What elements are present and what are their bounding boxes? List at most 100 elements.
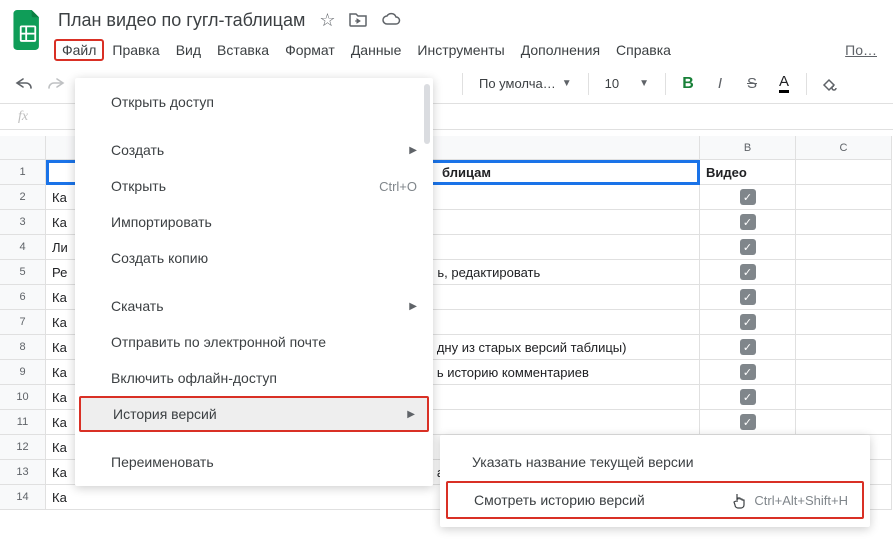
cell[interactable]: ✓ [700,335,796,360]
star-icon[interactable]: ☆ [319,11,335,30]
column-header-c[interactable]: C [796,136,892,160]
menu-format[interactable]: Формат [277,39,343,61]
menu-insert[interactable]: Вставка [209,39,277,61]
undo-button[interactable] [10,70,38,98]
font-style-value: По умолча… [479,76,556,91]
pointer-cursor-icon [732,493,750,511]
sheets-app-icon[interactable] [8,10,48,50]
toolbar-separator [462,73,463,95]
row-header[interactable]: 14 [0,485,46,510]
move-folder-icon[interactable] [349,11,367,30]
cell[interactable] [796,310,892,335]
row-header[interactable]: 10 [0,385,46,410]
cell[interactable] [796,385,892,410]
cell[interactable] [796,285,892,310]
checkbox-checked-icon[interactable]: ✓ [740,264,756,280]
menu-data[interactable]: Данные [343,39,410,61]
cell[interactable] [796,410,892,435]
row-header[interactable]: 3 [0,210,46,235]
checkbox-checked-icon[interactable]: ✓ [740,189,756,205]
submenu-item-see-history[interactable]: Смотреть историю версий Ctrl+Alt+Shift+H [446,481,864,519]
submenu-arrow-icon: ▶ [409,301,417,312]
cell[interactable]: ✓ [700,235,796,260]
checkbox-checked-icon[interactable]: ✓ [740,364,756,380]
menu-help[interactable]: Справка [608,39,679,61]
cell[interactable]: ✓ [700,285,796,310]
cell[interactable]: Видео [700,160,796,185]
menu-file[interactable]: Файл [54,39,104,61]
shortcut-label: Ctrl+O [379,179,417,194]
row-header[interactable]: 12 [0,435,46,460]
row-header[interactable]: 8 [0,335,46,360]
submenu-arrow-icon: ▶ [407,409,415,420]
checkbox-checked-icon[interactable]: ✓ [740,314,756,330]
row-header[interactable]: 6 [0,285,46,310]
menu-cutoff[interactable]: По… [837,39,885,61]
bold-button[interactable]: B [674,70,702,98]
fx-label: fx [0,109,46,125]
row-header[interactable]: 4 [0,235,46,260]
menu-item-import[interactable]: Импортировать [75,204,433,240]
checkbox-checked-icon[interactable]: ✓ [740,414,756,430]
cell[interactable] [796,185,892,210]
submenu-item-name-current[interactable]: Указать название текущей версии [440,443,870,481]
menu-bar: Файл Правка Вид Вставка Формат Данные Ин… [54,36,885,64]
cell[interactable] [796,210,892,235]
row-header[interactable]: 5 [0,260,46,285]
submenu-arrow-icon: ▶ [409,145,417,156]
toolbar-separator [665,73,666,95]
cell[interactable]: ✓ [700,385,796,410]
document-title[interactable]: План видео по гугл-таблицам [58,10,305,31]
cell[interactable] [796,160,892,185]
cell[interactable] [796,235,892,260]
row-header[interactable]: 7 [0,310,46,335]
cloud-status-icon[interactable] [381,11,401,30]
cell[interactable] [796,260,892,285]
menu-item-version-history[interactable]: История версий ▶ [79,396,429,432]
chevron-down-icon: ▼ [639,78,649,89]
checkbox-checked-icon[interactable]: ✓ [740,289,756,305]
font-size-select[interactable]: 10 ▼ [597,70,657,98]
text-color-button[interactable]: A [770,70,798,98]
menu-item-make-copy[interactable]: Создать копию [75,240,433,276]
row-header[interactable]: 2 [0,185,46,210]
menu-item-download[interactable]: Скачать ▶ [75,288,433,324]
row-header[interactable]: 1 [0,160,46,185]
menu-item-rename[interactable]: Переименовать [75,444,433,480]
cell[interactable]: ✓ [700,310,796,335]
menu-view[interactable]: Вид [168,39,209,61]
checkbox-checked-icon[interactable]: ✓ [740,214,756,230]
redo-button[interactable] [42,70,70,98]
italic-button[interactable]: I [706,70,734,98]
select-all-corner[interactable] [0,136,46,160]
version-history-submenu: Указать название текущей версии Смотреть… [440,435,870,527]
column-header-b[interactable]: B [700,136,796,160]
checkbox-checked-icon[interactable]: ✓ [740,239,756,255]
menu-item-email[interactable]: Отправить по электронной почте [75,324,433,360]
cell[interactable]: ✓ [700,185,796,210]
menu-tools[interactable]: Инструменты [409,39,512,61]
menu-edit[interactable]: Правка [104,39,167,61]
strikethrough-button[interactable]: S [738,70,766,98]
cell[interactable] [796,360,892,385]
menu-item-new[interactable]: Создать ▶ [75,132,433,168]
cell[interactable] [796,335,892,360]
cell[interactable]: ✓ [700,360,796,385]
row-header[interactable]: 13 [0,460,46,485]
menu-item-share[interactable]: Открыть доступ [75,84,433,120]
menu-item-open[interactable]: Открыть Ctrl+O [75,168,433,204]
app-bar: План видео по гугл-таблицам ☆ Файл Правк… [0,0,893,64]
file-menu-dropdown: Открыть доступ Создать ▶ Открыть Ctrl+O … [75,78,433,486]
cell[interactable]: ✓ [700,410,796,435]
row-header[interactable]: 9 [0,360,46,385]
checkbox-checked-icon[interactable]: ✓ [740,339,756,355]
shortcut-label: Ctrl+Alt+Shift+H [754,493,848,508]
fill-color-button[interactable] [815,70,843,98]
font-style-select[interactable]: По умолча… ▼ [471,70,580,98]
menu-item-offline[interactable]: Включить офлайн-доступ [75,360,433,396]
row-header[interactable]: 11 [0,410,46,435]
cell[interactable]: ✓ [700,210,796,235]
menu-addons[interactable]: Дополнения [513,39,608,61]
checkbox-checked-icon[interactable]: ✓ [740,389,756,405]
cell[interactable]: ✓ [700,260,796,285]
